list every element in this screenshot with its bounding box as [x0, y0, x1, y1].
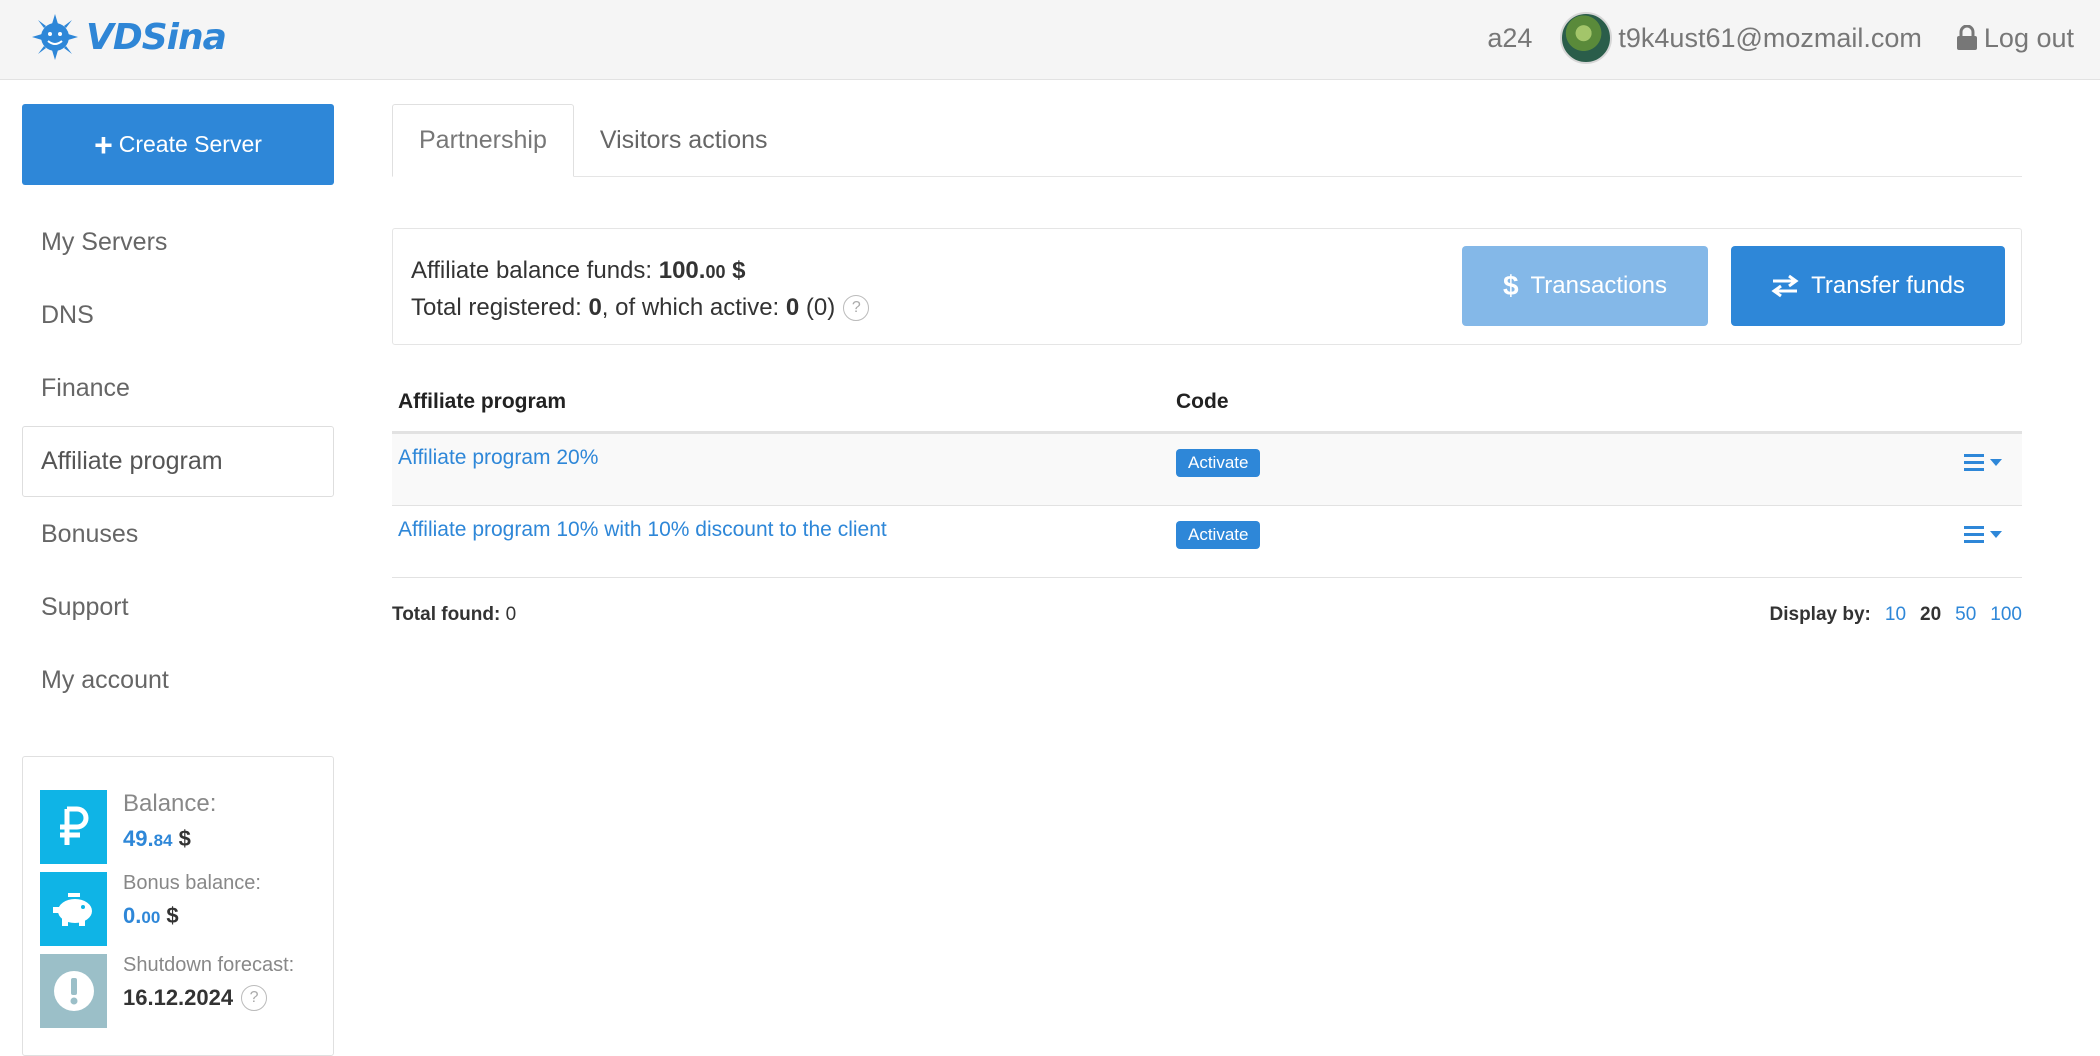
program-link[interactable]: Affiliate program 20%: [392, 446, 1176, 470]
affiliate-balance-line: Affiliate balance funds: 100.00 $: [411, 257, 746, 284]
shutdown-forecast-label: Shutdown forecast:: [123, 954, 295, 976]
plus-icon: +: [94, 126, 113, 163]
row-menu-button[interactable]: [1964, 454, 2002, 471]
avatar[interactable]: [1560, 12, 1613, 64]
create-server-button[interactable]: + Create Server: [22, 104, 334, 185]
tab-partnership[interactable]: Partnership: [392, 104, 574, 177]
sidebar-item-bonuses[interactable]: Bonuses: [22, 499, 334, 570]
caret-down-icon: [1990, 459, 2002, 466]
table-row: Affiliate program 20% Activate: [392, 434, 2022, 506]
top-bar: VDSina a24 t9k4ust61@mozmail.com Log out: [0, 0, 2100, 80]
activate-button[interactable]: Activate: [1176, 521, 1261, 549]
registered-line: Total registered: 0, of which active: 0 …: [411, 290, 870, 325]
sidebar: + Create Server My Servers DNS Finance A…: [22, 104, 334, 718]
shutdown-forecast-row: Shutdown forecast: 16.12.2024 ?: [40, 954, 294, 1028]
logout-label: Log out: [1983, 22, 2074, 53]
main-content: Partnership Visitors actions Affiliate b…: [392, 104, 2022, 625]
sidebar-item-my-servers[interactable]: My Servers: [22, 207, 334, 278]
create-server-label: Create Server: [118, 131, 262, 157]
user-id[interactable]: a24: [1487, 23, 1532, 54]
page-size-20[interactable]: 20: [1920, 604, 1941, 626]
piggy-bank-icon: [40, 872, 107, 946]
display-by: Display by: 10 20 50 100: [1769, 604, 2023, 626]
bonus-balance-value: 0.00 $: [123, 903, 179, 928]
balance-panel: Balance: 49.84 $ Bonus balance: 0.00 $ S…: [22, 756, 334, 1056]
dollar-icon: $: [1502, 270, 1519, 301]
tab-visitors-actions[interactable]: Visitors actions: [574, 104, 794, 177]
balance-row: Balance: 49.84 $: [40, 790, 216, 864]
sidebar-item-dns[interactable]: DNS: [22, 280, 334, 351]
shutdown-forecast-date: 16.12.2024 ?: [123, 985, 294, 1011]
row-menu-button[interactable]: [1964, 526, 2002, 543]
bonus-balance-label: Bonus balance:: [123, 872, 261, 894]
balance-label: Balance:: [123, 790, 217, 817]
transfer-arrows-icon: [1771, 274, 1799, 298]
tabs: Partnership Visitors actions: [392, 104, 2022, 177]
logo[interactable]: VDSina: [30, 12, 227, 62]
column-header-code: Code: [1176, 389, 1229, 413]
ruble-icon: [40, 790, 107, 864]
table-header: Affiliate program Code: [392, 372, 2022, 434]
sidebar-item-support[interactable]: Support: [22, 572, 334, 643]
bonus-balance-row: Bonus balance: 0.00 $: [40, 872, 261, 946]
logout-button[interactable]: Log out: [1956, 23, 2074, 54]
sidebar-item-finance[interactable]: Finance: [22, 353, 334, 424]
exclamation-icon: [40, 954, 107, 1028]
sun-logo-icon: [32, 14, 78, 60]
page-size-10[interactable]: 10: [1885, 604, 1906, 626]
program-link[interactable]: Affiliate program 10% with 10% discount …: [392, 518, 1176, 542]
help-icon[interactable]: ?: [241, 985, 268, 1011]
help-icon[interactable]: ?: [843, 294, 870, 321]
page-size-100[interactable]: 100: [1990, 604, 2022, 626]
column-header-name: Affiliate program: [398, 389, 567, 413]
table-footer: Total found: 0 Display by: 10 20 50 100: [392, 604, 2022, 626]
activate-button[interactable]: Activate: [1176, 449, 1261, 477]
balance-value: 49.84 $: [123, 826, 191, 851]
sidebar-item-my-account[interactable]: My account: [22, 645, 334, 716]
sidebar-item-affiliate-program[interactable]: Affiliate program: [22, 426, 334, 497]
menu-icon: [1964, 526, 1984, 543]
sidebar-nav: My Servers DNS Finance Affiliate program…: [22, 207, 334, 716]
affiliate-programs-table: Affiliate program Code Affiliate program…: [392, 372, 2022, 578]
page-size-50[interactable]: 50: [1955, 604, 1976, 626]
lock-icon: [1956, 25, 1977, 50]
menu-icon: [1964, 454, 1984, 471]
transfer-funds-button[interactable]: Transfer funds: [1731, 246, 2005, 326]
table-row: Affiliate program 10% with 10% discount …: [392, 506, 2022, 578]
brand-name: VDSina: [86, 16, 227, 58]
total-found: Total found: 0: [392, 604, 517, 625]
caret-down-icon: [1990, 531, 2002, 538]
transactions-button[interactable]: $ Transactions: [1462, 246, 1708, 326]
user-email[interactable]: t9k4ust61@mozmail.com: [1618, 23, 1922, 54]
affiliate-summary: Affiliate balance funds: 100.00 $ Total …: [392, 228, 2022, 345]
